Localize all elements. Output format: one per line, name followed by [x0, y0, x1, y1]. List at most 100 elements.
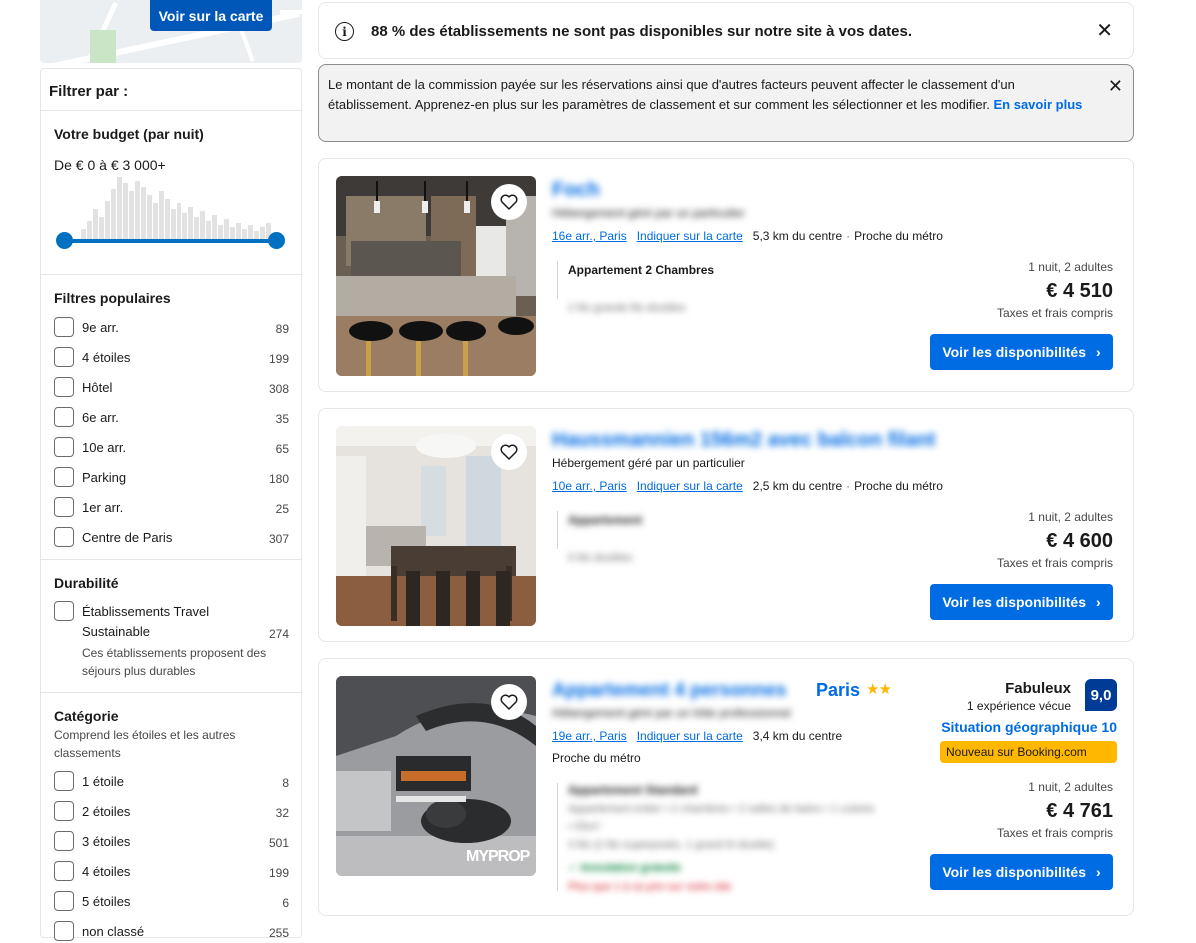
- filter-1-etoile[interactable]: 1 étoile 8: [54, 771, 289, 793]
- filter-parking[interactable]: Parking 180: [54, 467, 289, 489]
- durability-note-2: séjours plus durables: [82, 664, 196, 678]
- map-preview[interactable]: Voir sur la carte: [40, 0, 302, 63]
- photo-watermark: MYPROP: [466, 848, 530, 865]
- review-score-word: Fabuleux: [1005, 680, 1071, 697]
- checkbox[interactable]: [54, 527, 74, 547]
- listing-title[interactable]: Foch: [552, 179, 600, 202]
- show-on-map-link[interactable]: Indiquer sur la carte: [637, 729, 743, 743]
- checkbox[interactable]: [54, 377, 74, 397]
- listing-card: Haussmannien 156m2 avec balcon filant Hé…: [318, 408, 1134, 642]
- listing-title[interactable]: Haussmannien 156m2 avec balcon filant: [552, 429, 936, 452]
- room-type: Appartement 2 Chambres: [568, 263, 715, 277]
- bed-info: 3 lits (2 lits superposés, 1 grand lit d…: [568, 839, 775, 851]
- room-type: Appartement Standard: [568, 783, 698, 797]
- district-link[interactable]: 16e arr., Paris: [552, 229, 627, 243]
- checkbox[interactable]: [54, 891, 74, 911]
- checkbox[interactable]: [54, 317, 74, 337]
- star-rating-icon: ★★: [866, 681, 892, 698]
- heart-icon[interactable]: [491, 684, 527, 720]
- bed-info: 2 lits grands lits doubles: [568, 302, 686, 314]
- filter-travel-sustainable[interactable]: Établissements Travel Sustainable 274: [54, 601, 289, 641]
- listing-card: Foch Hébergement géré par un particulier…: [318, 158, 1134, 392]
- location-row: 19e arr., Paris Indiquer sur la carte 3,4 …: [552, 729, 843, 743]
- district-link[interactable]: 19e arr., Paris: [552, 729, 627, 743]
- filter-non-classe[interactable]: non classé 255: [54, 921, 289, 943]
- location-row: 16e arr., Paris Indiquer sur la carte 5,3 …: [552, 229, 943, 243]
- show-on-map-link[interactable]: Indiquer sur la carte: [637, 479, 743, 493]
- room-detail: Appartement entier • 2 chambres • 2 sall…: [568, 803, 875, 815]
- filter-centre-de-paris[interactable]: Centre de Paris 307: [54, 527, 289, 549]
- heart-icon[interactable]: [491, 434, 527, 470]
- availability-text: 88 % des établissements ne sont pas disp…: [371, 23, 913, 40]
- filter-2-etoiles[interactable]: 2 étoiles 32: [54, 801, 289, 823]
- location-score: Situation géographique 10: [941, 719, 1117, 735]
- checkbox[interactable]: [54, 467, 74, 487]
- filter-4-etoiles-cat[interactable]: 4 étoiles 199: [54, 861, 289, 883]
- checkbox[interactable]: [54, 921, 74, 941]
- location-row: 10e arr., Paris Indiquer sur la carte 2,5 …: [552, 479, 943, 493]
- district-link[interactable]: 10e arr., Paris: [552, 479, 627, 493]
- durability-note-1: Ces établissements proposent des: [82, 646, 267, 660]
- availability-banner: i 88 % des établissements ne sont pas di…: [318, 2, 1134, 59]
- checkbox[interactable]: [54, 601, 74, 621]
- price: € 4 761: [1046, 800, 1113, 822]
- checkbox[interactable]: [54, 801, 74, 821]
- property-photo[interactable]: MYPROP: [336, 676, 536, 876]
- filter-1er-arr[interactable]: 1er arr. 25: [54, 497, 289, 519]
- filter-6e-arr[interactable]: 6e arr. 35: [54, 407, 289, 429]
- filter-5-etoiles[interactable]: 5 étoiles 6: [54, 891, 289, 913]
- durability-title: Durabilité: [54, 575, 119, 591]
- close-icon[interactable]: ✕: [1108, 77, 1123, 95]
- price: € 4 600: [1046, 530, 1113, 552]
- show-on-map-button[interactable]: Voir sur la carte: [150, 0, 272, 31]
- learn-more-link[interactable]: En savoir plus: [994, 97, 1083, 112]
- see-availability-button[interactable]: Voir les disponibilités ›: [930, 334, 1113, 370]
- checkbox[interactable]: [54, 497, 74, 517]
- checkbox[interactable]: [54, 437, 74, 457]
- listing-city[interactable]: Paris: [816, 680, 860, 701]
- category-title: Catégorie: [54, 708, 119, 724]
- filter-3-etoiles[interactable]: 3 étoiles 501: [54, 831, 289, 853]
- checkbox[interactable]: [54, 347, 74, 367]
- metro-note: Proche du métro: [552, 751, 641, 765]
- filter-10e-arr[interactable]: 10e arr. 65: [54, 437, 289, 459]
- category-sub-1: Comprend les étoiles et les autres: [54, 728, 236, 742]
- close-icon[interactable]: ✕: [1096, 21, 1113, 41]
- room-detail: • 55m²: [568, 821, 600, 833]
- checkbox[interactable]: [54, 771, 74, 791]
- listing-title[interactable]: Appartement 4 personnes: [552, 680, 786, 702]
- room-type: Appartement: [568, 513, 643, 527]
- checkbox[interactable]: [54, 831, 74, 851]
- filter-hotel[interactable]: Hôtel 308: [54, 377, 289, 399]
- stay-details: 1 nuit, 2 adultes: [1028, 510, 1113, 524]
- filter-sidebar: Filtrer par : Votre budget (par nuit) De…: [40, 68, 302, 941]
- budget-slider-min-handle[interactable]: [56, 232, 73, 249]
- checkbox[interactable]: [54, 407, 74, 427]
- checkbox[interactable]: [54, 861, 74, 881]
- review-count: 1 expérience vécue: [966, 699, 1071, 713]
- heart-icon[interactable]: [491, 184, 527, 220]
- stay-details: 1 nuit, 2 adultes: [1028, 780, 1113, 794]
- filter-4-etoiles[interactable]: 4 étoiles 199: [54, 347, 289, 369]
- property-photo[interactable]: [336, 176, 536, 376]
- bed-info: 6 lits doubles: [568, 552, 633, 564]
- commission-text: Le montant de la commission payée sur le…: [328, 77, 1015, 112]
- price: € 4 510: [1046, 280, 1113, 302]
- stay-details: 1 nuit, 2 adultes: [1028, 260, 1113, 274]
- show-on-map-link[interactable]: Indiquer sur la carte: [637, 229, 743, 243]
- review-score-badge[interactable]: 9,0: [1085, 679, 1117, 711]
- property-photo[interactable]: [336, 426, 536, 626]
- taxes-note: Taxes et frais compris: [996, 826, 1113, 840]
- see-availability-button[interactable]: Voir les disponibilités ›: [930, 854, 1113, 890]
- price-histogram: [81, 177, 271, 239]
- info-icon: i: [335, 22, 354, 41]
- new-on-booking-badge: Nouveau sur Booking.com: [940, 741, 1117, 763]
- free-cancellation: ✓ Annulation gratuite: [568, 862, 681, 874]
- filter-9e-arr[interactable]: 9e arr. 89: [54, 317, 289, 339]
- budget-slider-track[interactable]: [64, 239, 276, 243]
- budget-slider-max-handle[interactable]: [268, 232, 285, 249]
- see-availability-button[interactable]: Voir les disponibilités ›: [930, 584, 1113, 620]
- commission-banner: Le montant de la commission payée sur le…: [318, 64, 1134, 142]
- chevron-right-icon: ›: [1096, 864, 1101, 880]
- scarcity-warning: Plus que 1 à ce prix sur notre site: [568, 881, 732, 893]
